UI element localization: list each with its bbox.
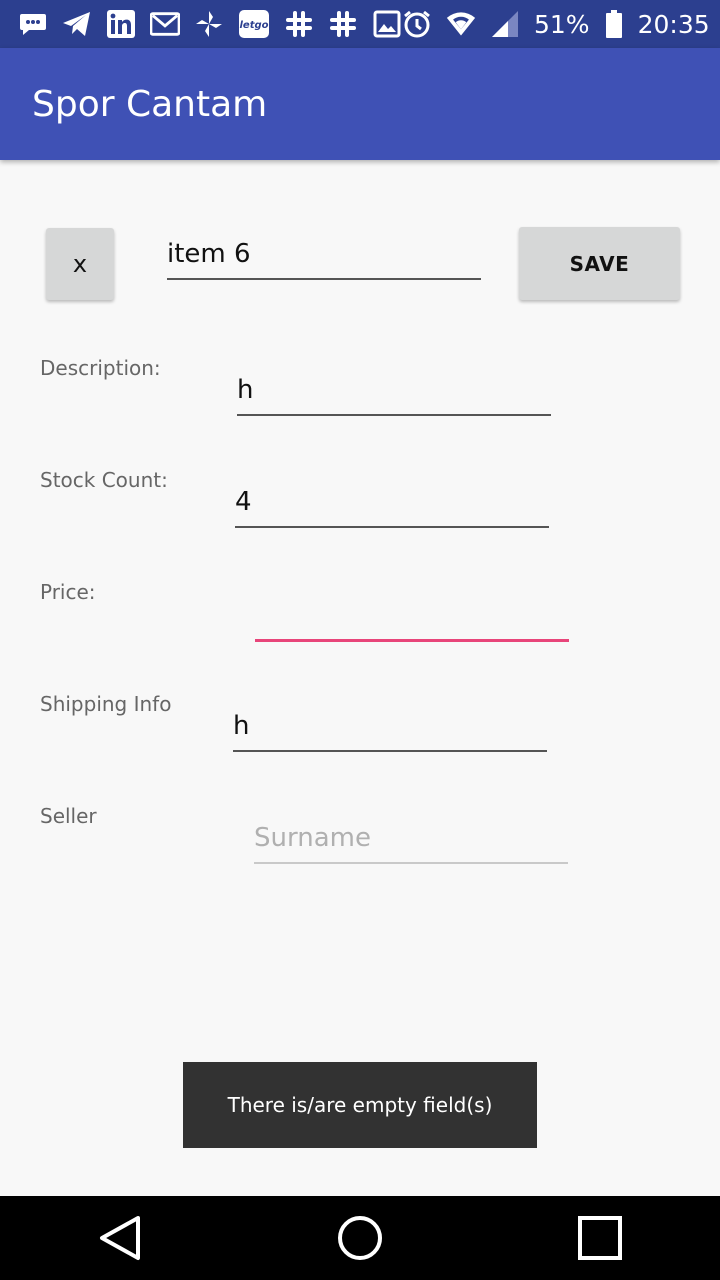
clock: 20:35	[637, 9, 710, 39]
pinwheel-icon	[194, 9, 224, 39]
save-button[interactable]: SAVE	[519, 227, 680, 300]
telegram-icon	[62, 9, 92, 39]
app-bar: Spor Cantam	[0, 48, 720, 160]
item-name-input[interactable]: item 6	[167, 234, 481, 280]
battery-icon	[604, 9, 624, 39]
slack-icon	[328, 9, 358, 39]
price-input[interactable]	[255, 596, 569, 642]
gmail-icon	[150, 9, 180, 39]
alarm-icon	[402, 9, 432, 39]
letgo-icon: letgo	[238, 9, 270, 39]
status-bar: letgo 51% 20:35	[0, 0, 720, 48]
recents-icon[interactable]	[570, 1208, 630, 1268]
back-icon[interactable]	[90, 1208, 150, 1268]
signal-icon	[490, 9, 520, 39]
wifi-icon	[446, 9, 476, 39]
navigation-bar	[0, 1196, 720, 1280]
battery-percent: 51%	[534, 9, 590, 39]
stock-count-input[interactable]: 4	[235, 482, 549, 528]
notification-icons: letgo	[18, 9, 402, 39]
gallery-icon	[372, 9, 402, 39]
shipping-info-label: Shipping Info	[40, 692, 172, 716]
seller-label: Seller	[40, 804, 97, 828]
message-icon	[18, 9, 48, 39]
description-label: Description:	[40, 356, 161, 380]
item-edit-form: x item 6 SAVE Description: h Stock Count…	[0, 160, 720, 1196]
toast-message: There is/are empty field(s)	[227, 1093, 493, 1117]
shipping-info-input[interactable]: h	[233, 706, 547, 752]
price-label: Price:	[40, 580, 96, 604]
empty-fields-toast: There is/are empty field(s)	[183, 1062, 537, 1148]
slack-icon	[284, 9, 314, 39]
letgo-text: letgo	[239, 20, 268, 31]
system-status: 51% 20:35	[402, 9, 710, 39]
seller-surname-input[interactable]: Surname	[254, 818, 568, 864]
stock-count-label: Stock Count:	[40, 468, 168, 492]
app-title: Spor Cantam	[32, 83, 268, 125]
description-input[interactable]: h	[237, 370, 551, 416]
home-icon[interactable]	[330, 1208, 390, 1268]
linkedin-icon	[106, 9, 136, 39]
close-button[interactable]: x	[46, 228, 114, 300]
